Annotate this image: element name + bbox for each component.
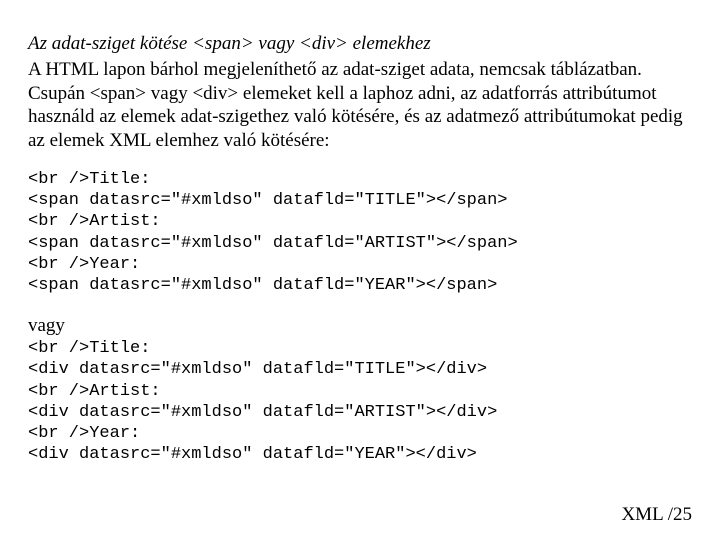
code-example-span: <br />Title: <span datasrc="#xmldso" dat… <box>28 169 692 297</box>
page: Az adat-sziget kötése <span> vagy <div> … <box>0 0 720 540</box>
section-heading-italic: Az adat-sziget kötése <span> vagy <div> … <box>28 32 692 56</box>
body-paragraph: A HTML lapon bárhol megjeleníthető az ad… <box>28 58 692 153</box>
alternative-label: vagy <box>28 314 692 338</box>
page-footer: XML /25 <box>621 504 692 526</box>
code-example-div: <br />Title: <div datasrc="#xmldso" data… <box>28 338 692 466</box>
